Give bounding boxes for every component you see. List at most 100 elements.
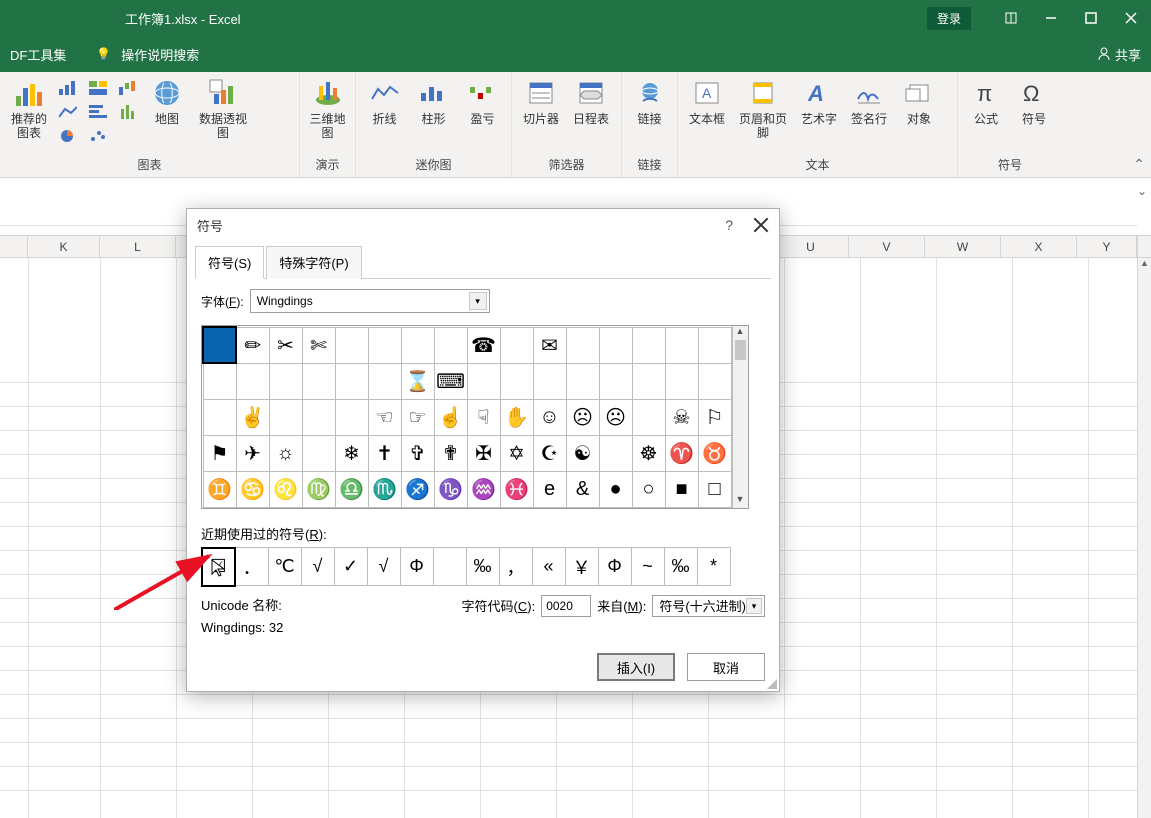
symbol-cell[interactable]: ● bbox=[599, 471, 632, 507]
dialog-resize-handle[interactable] bbox=[765, 677, 777, 689]
from-select[interactable]: 符号(十六进制) ▾ bbox=[652, 595, 765, 617]
object-button[interactable]: 对象 bbox=[896, 76, 942, 126]
recent-symbol-cell[interactable] bbox=[433, 548, 466, 586]
equation-button[interactable]: π公式 bbox=[964, 76, 1008, 126]
timeline-button[interactable]: 日程表 bbox=[568, 76, 614, 126]
symbol-cell[interactable]: ✏ bbox=[236, 327, 269, 363]
symbol-cell[interactable]: ☼ bbox=[269, 435, 302, 471]
insert-button[interactable]: 插入(I) bbox=[597, 653, 675, 681]
symbol-cell[interactable]: ☹ bbox=[566, 399, 599, 435]
hierarchy-chart-icon[interactable] bbox=[86, 78, 110, 98]
symbol-cell[interactable] bbox=[302, 435, 335, 471]
recent-symbol-cell[interactable]: √ bbox=[301, 548, 334, 586]
waterfall-chart-icon[interactable] bbox=[116, 78, 140, 98]
symbol-cell[interactable] bbox=[599, 435, 632, 471]
recent-symbol-cell[interactable]: ℃ bbox=[268, 548, 301, 586]
symbol-cell[interactable] bbox=[335, 399, 368, 435]
symbol-cell[interactable]: ☠ bbox=[665, 399, 698, 435]
symbol-cell[interactable] bbox=[368, 327, 401, 363]
symbol-cell[interactable] bbox=[500, 327, 533, 363]
sparkline-column-button[interactable]: 柱形 bbox=[411, 76, 456, 126]
dialog-help-button[interactable]: ? bbox=[725, 217, 733, 233]
symbol-cell[interactable] bbox=[434, 327, 467, 363]
recent-symbol-cell[interactable]: Φ bbox=[598, 548, 631, 586]
symbol-cell[interactable]: ♒ bbox=[467, 471, 500, 507]
symbol-cell[interactable] bbox=[269, 399, 302, 435]
symbol-cell[interactable]: ✟ bbox=[434, 435, 467, 471]
symbol-cell[interactable]: ♈ bbox=[665, 435, 698, 471]
recent-symbol-cell[interactable]: ✓ bbox=[334, 548, 367, 586]
symbol-cell[interactable]: ⌛ bbox=[401, 363, 434, 399]
symbol-cell[interactable] bbox=[203, 327, 236, 363]
close-button[interactable] bbox=[1111, 0, 1151, 36]
symbol-cell[interactable]: ♊ bbox=[203, 471, 236, 507]
symbol-cell[interactable]: ✝ bbox=[368, 435, 401, 471]
symbol-cell[interactable]: ○ bbox=[632, 471, 665, 507]
font-select[interactable]: Wingdings ▾ bbox=[250, 289, 490, 313]
symbol-cell[interactable]: ✄ bbox=[302, 327, 335, 363]
select-all-corner[interactable] bbox=[0, 236, 28, 257]
font-dropdown-icon[interactable]: ▾ bbox=[469, 292, 487, 310]
symbol-cell[interactable]: ♍ bbox=[302, 471, 335, 507]
statistic-chart-icon[interactable] bbox=[116, 102, 140, 122]
share-button[interactable]: 共享 bbox=[1097, 45, 1141, 64]
charcode-input[interactable] bbox=[541, 595, 591, 617]
symbol-cell[interactable] bbox=[335, 363, 368, 399]
symbol-cell[interactable] bbox=[632, 327, 665, 363]
symbol-cell[interactable]: ■ bbox=[665, 471, 698, 507]
symbol-cell[interactable] bbox=[533, 363, 566, 399]
link-button[interactable]: 链接 bbox=[628, 76, 671, 126]
signature-button[interactable]: 签名行 bbox=[846, 76, 892, 126]
symbol-cell[interactable]: ♑ bbox=[434, 471, 467, 507]
symbol-cell[interactable]: ☎ bbox=[467, 327, 500, 363]
column-chart-icon[interactable] bbox=[56, 78, 80, 98]
symbol-cell[interactable] bbox=[566, 363, 599, 399]
symbol-cell[interactable]: ☺ bbox=[533, 399, 566, 435]
collapse-ribbon-icon[interactable]: ⌃ bbox=[1133, 156, 1145, 173]
symbol-cell[interactable] bbox=[665, 363, 698, 399]
login-button[interactable]: 登录 bbox=[927, 7, 971, 30]
col-k[interactable]: K bbox=[28, 236, 100, 257]
vertical-scrollbar[interactable]: ▲ bbox=[1137, 258, 1151, 818]
symbol-cell[interactable]: ❄ bbox=[335, 435, 368, 471]
scroll-up-icon[interactable]: ▲ bbox=[1138, 258, 1151, 272]
symbol-cell[interactable]: ✋ bbox=[500, 399, 533, 435]
symbol-cell[interactable] bbox=[698, 363, 731, 399]
col-x[interactable]: X bbox=[1001, 236, 1077, 257]
symbol-grid-scrollbar[interactable]: ▲ ▼ bbox=[732, 326, 748, 508]
symbol-cell[interactable] bbox=[500, 363, 533, 399]
symbol-cell[interactable] bbox=[665, 327, 698, 363]
symbol-cell[interactable] bbox=[335, 327, 368, 363]
symbol-cell[interactable]: ♌ bbox=[269, 471, 302, 507]
tab-symbols[interactable]: 符号(S) bbox=[195, 246, 264, 279]
symbol-cell[interactable]: ☪ bbox=[533, 435, 566, 471]
symbol-cell[interactable] bbox=[269, 363, 302, 399]
recent-symbol-cell[interactable]: ‰ bbox=[664, 548, 697, 586]
maximize-button[interactable] bbox=[1071, 0, 1111, 36]
dialog-titlebar[interactable]: 符号 ? bbox=[187, 209, 779, 241]
grid-scroll-thumb[interactable] bbox=[735, 340, 746, 360]
symbol-cell[interactable] bbox=[632, 363, 665, 399]
symbol-cell[interactable]: ✈ bbox=[236, 435, 269, 471]
symbol-cell[interactable] bbox=[401, 327, 434, 363]
recent-symbol-cell[interactable]: ￥ bbox=[565, 548, 598, 586]
symbol-cell[interactable]: ☟ bbox=[467, 399, 500, 435]
symbol-cell[interactable] bbox=[203, 363, 236, 399]
header-footer-button[interactable]: 页眉和页脚 bbox=[734, 76, 792, 140]
symbol-button[interactable]: Ω符号 bbox=[1012, 76, 1056, 126]
symbol-cell[interactable]: ☸ bbox=[632, 435, 665, 471]
symbol-cell[interactable]: ✌ bbox=[236, 399, 269, 435]
symbol-cell[interactable]: □ bbox=[698, 471, 731, 507]
symbol-cell[interactable] bbox=[632, 399, 665, 435]
symbol-cell[interactable]: ☯ bbox=[566, 435, 599, 471]
col-l[interactable]: L bbox=[100, 236, 176, 257]
symbol-cell[interactable]: ☞ bbox=[401, 399, 434, 435]
recent-symbol-cell[interactable]: « bbox=[532, 548, 565, 586]
scatter-chart-icon[interactable] bbox=[86, 126, 110, 146]
from-dropdown-icon[interactable]: ▾ bbox=[746, 598, 762, 614]
symbol-cell[interactable]: ✉ bbox=[533, 327, 566, 363]
recent-symbol-cell[interactable]: ， bbox=[499, 548, 532, 586]
line-chart-icon[interactable] bbox=[56, 102, 80, 122]
symbol-cell[interactable]: ♏ bbox=[368, 471, 401, 507]
pie-chart-icon[interactable] bbox=[56, 126, 80, 146]
